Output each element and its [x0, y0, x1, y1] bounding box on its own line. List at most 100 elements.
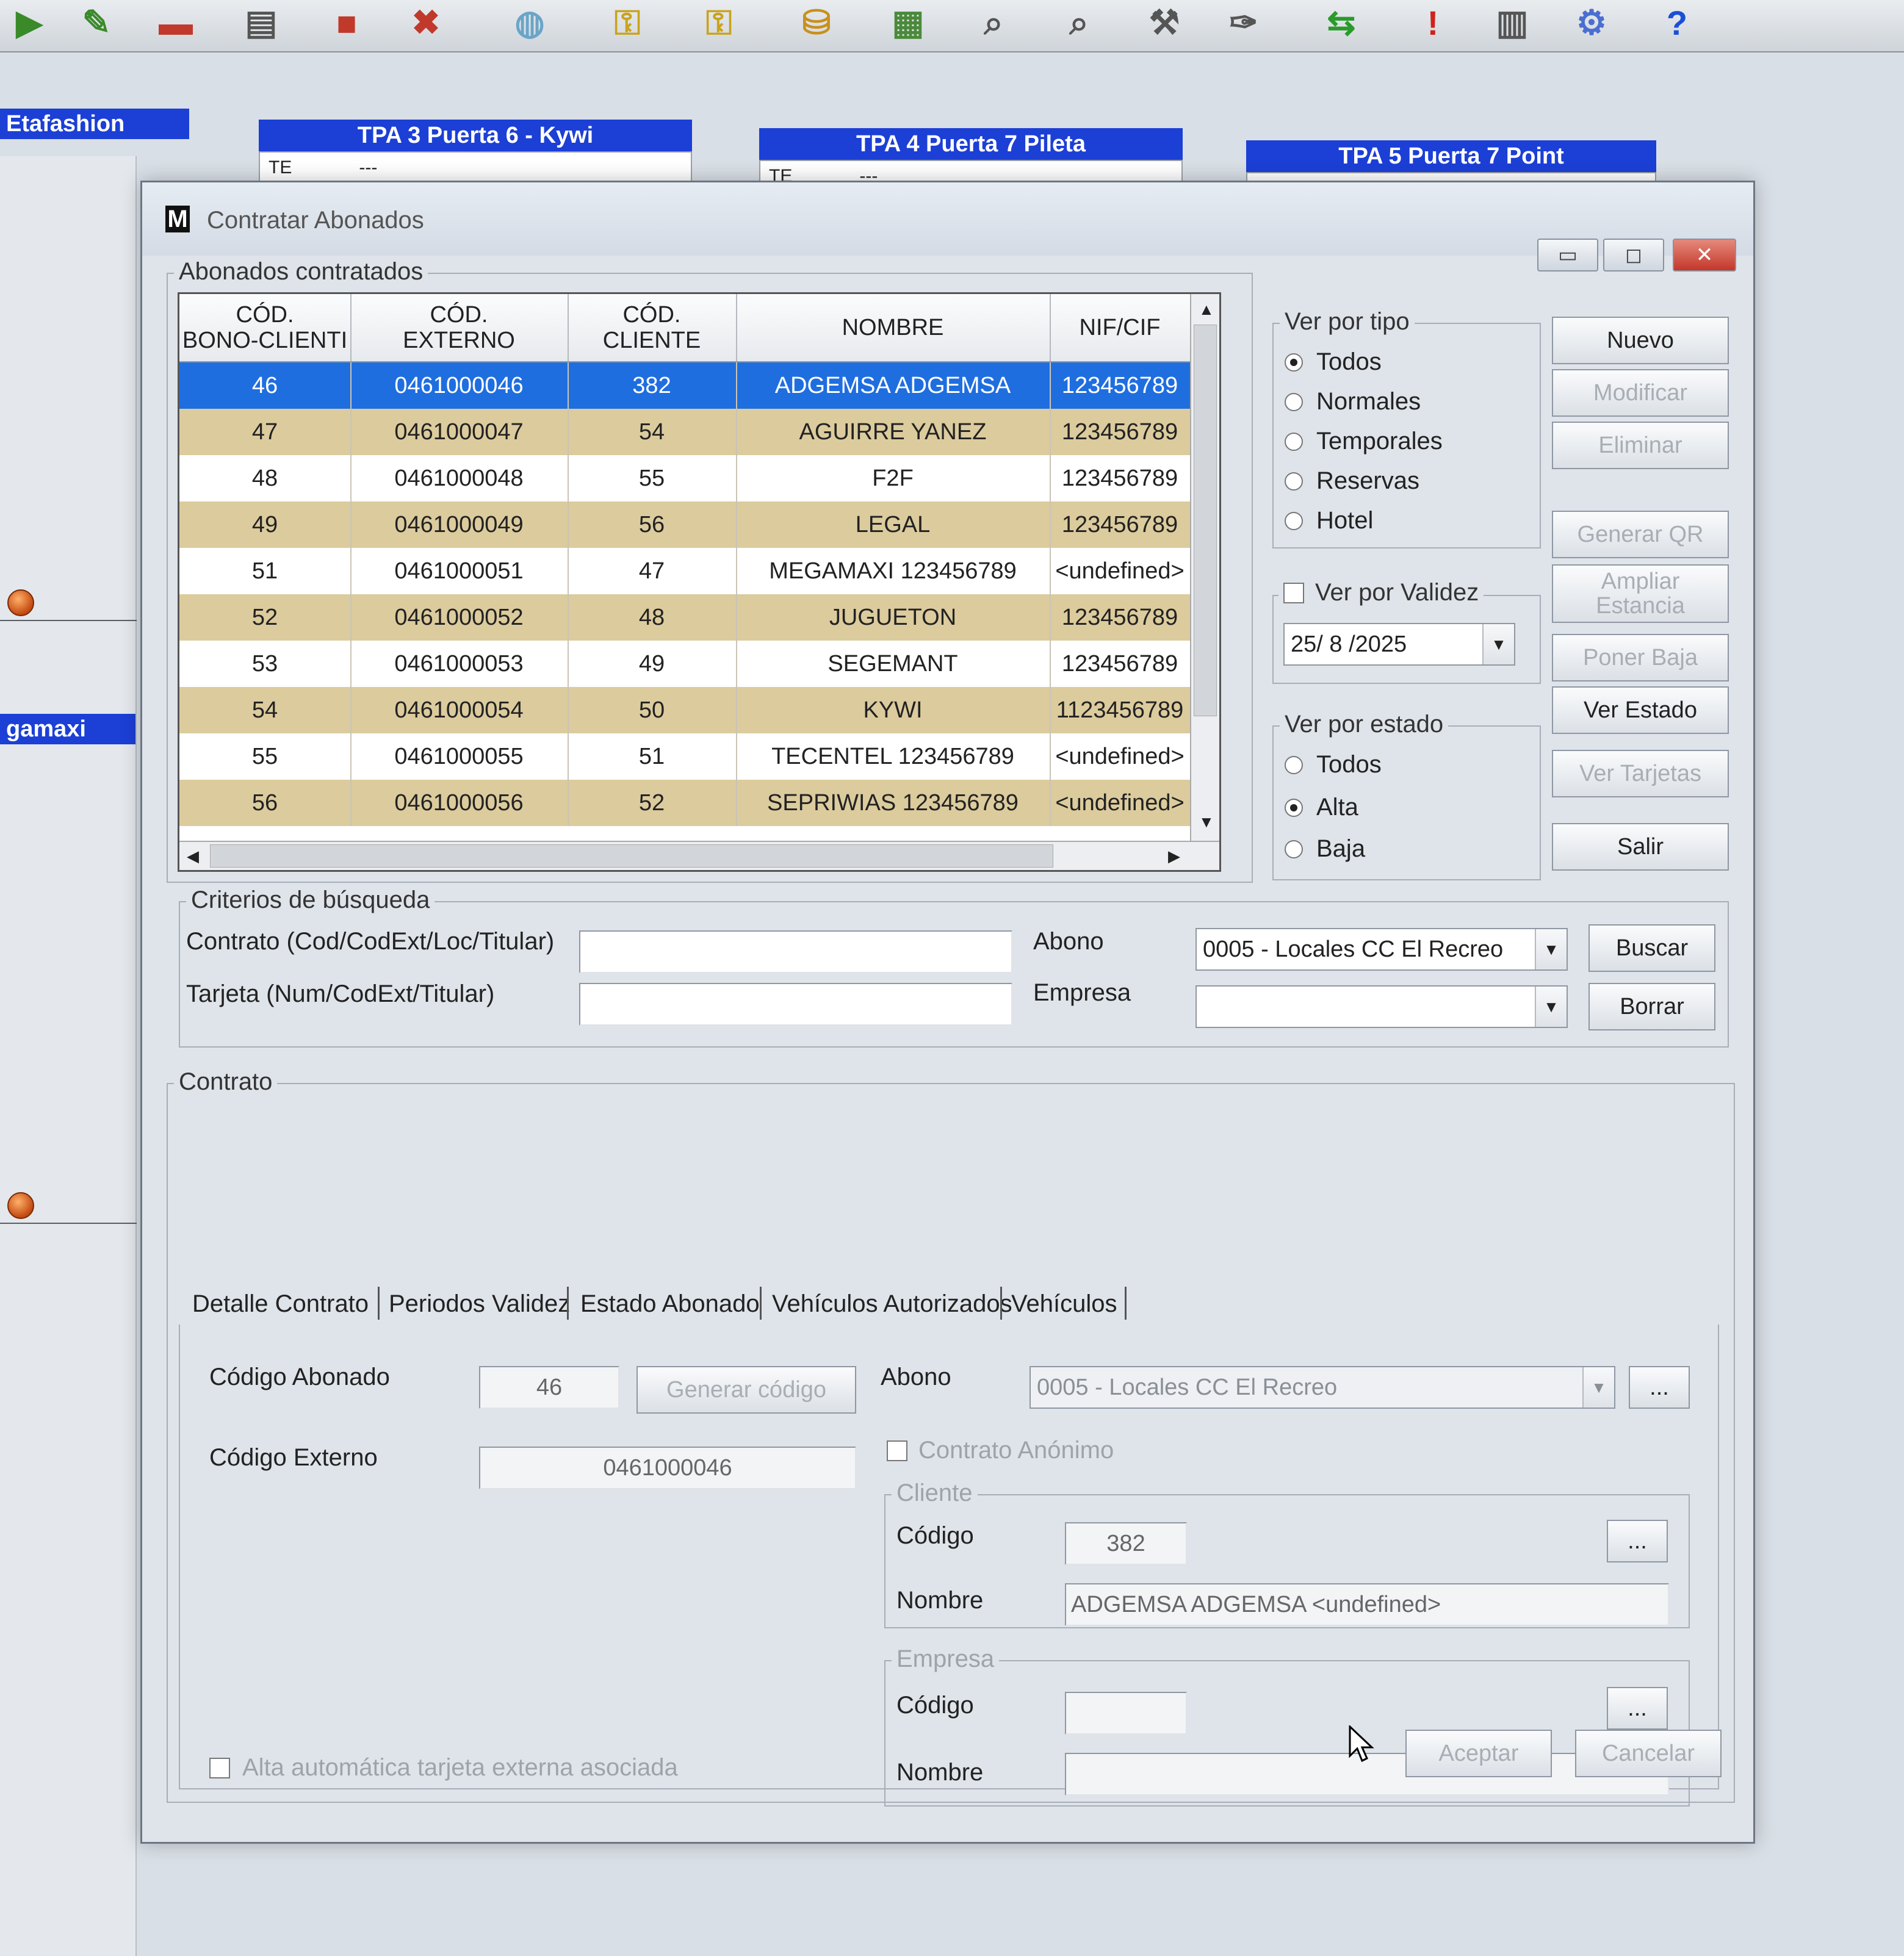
transfer-icon[interactable]: ⇆ — [1312, 2, 1371, 43]
cliente-browse-button[interactable]: ... — [1607, 1520, 1668, 1562]
delete-icon[interactable]: ✖ — [397, 2, 455, 43]
contrato-anonimo-checkbox[interactable] — [887, 1440, 907, 1461]
scroll-down-icon[interactable]: ▼ — [1199, 813, 1214, 832]
validez-checkbox[interactable] — [1283, 582, 1304, 603]
alta-automatica-checkbox[interactable] — [209, 1757, 230, 1778]
eliminar-button[interactable]: Eliminar — [1552, 422, 1729, 469]
db-icon[interactable]: ◍ — [500, 2, 559, 43]
tools-icon[interactable]: ⚒ — [1135, 2, 1194, 43]
tab-periodos-validez[interactable]: Periodos Validez — [389, 1290, 570, 1318]
report-icon[interactable]: ▥ — [1483, 2, 1542, 43]
column-header[interactable]: CÓD. CLIENTE — [568, 294, 737, 361]
validez-checkbox-row[interactable]: Ver por Validez — [1278, 579, 1484, 606]
cliente-codigo-field[interactable]: 382 — [1065, 1522, 1187, 1565]
ver-tarjetas-button[interactable]: Ver Tarjetas — [1552, 750, 1729, 797]
chevron-down-icon[interactable]: ▼ — [1535, 929, 1567, 969]
arrow-icon[interactable]: ▶ — [0, 2, 59, 43]
column-header[interactable]: CÓD. EXTERNO — [350, 294, 569, 361]
table-row[interactable]: 56 0461000056 52 SEPRIWIAS 123456789 <undefi… — [179, 780, 1217, 826]
borrar-button[interactable]: Borrar — [1588, 983, 1715, 1030]
alta-automatica-row[interactable]: Alta automática tarjeta externa asociada — [209, 1754, 678, 1782]
door-marker-icon[interactable] — [7, 1192, 34, 1219]
radio-tipo-hotel[interactable]: Hotel — [1285, 507, 1373, 534]
coins-icon[interactable]: ⛁ — [787, 2, 846, 43]
table-row[interactable]: 48 0461000048 55 F2F 123456789 — [179, 455, 1217, 502]
keys2-icon[interactable]: ⚿ — [690, 2, 748, 43]
radio-icon[interactable] — [1285, 432, 1303, 451]
chevron-down-icon[interactable]: ▼ — [1482, 624, 1514, 664]
door-marker-icon[interactable] — [7, 589, 34, 616]
codigo-abonado-field[interactable]: 46 — [479, 1366, 619, 1409]
column-header[interactable]: NOMBRE — [736, 294, 1051, 361]
keys-icon[interactable]: ⚿ — [598, 2, 657, 43]
maximize-button[interactable]: ◻ — [1603, 239, 1664, 271]
column-header[interactable]: NIF/CIF — [1050, 294, 1191, 361]
table-row[interactable]: 55 0461000055 51 TECENTEL 123456789 <undefin… — [179, 733, 1217, 780]
radio-estado-alta[interactable]: Alta — [1285, 794, 1358, 821]
table-row[interactable]: 52 0461000052 48 JUGUETON 123456789 — [179, 594, 1217, 641]
tarjeta-search-input[interactable] — [579, 983, 1012, 1026]
validez-date-picker[interactable]: 25/ 8 /2025 ▼ — [1283, 623, 1515, 666]
radio-estado-todos[interactable]: Todos — [1285, 751, 1382, 778]
tab-detalle-contrato[interactable]: Detalle Contrato — [192, 1290, 369, 1318]
contrato-anonimo-row[interactable]: Contrato Anónimo — [887, 1437, 1114, 1464]
table-row[interactable]: 47 0461000047 54 AGUIRRE YANEZ 123456789 — [179, 409, 1217, 455]
help-icon[interactable]: ? — [1648, 2, 1706, 43]
chevron-down-icon[interactable]: ▼ — [1535, 987, 1567, 1027]
cards-icon[interactable]: ▬ — [146, 2, 205, 43]
abono-browse-button[interactable]: ... — [1629, 1366, 1690, 1409]
generar-qr-button[interactable]: Generar QR — [1552, 511, 1729, 558]
ver-estado-button[interactable]: Ver Estado — [1552, 686, 1729, 734]
money-icon[interactable]: ▦ — [879, 2, 937, 43]
minimize-button[interactable]: ▭ — [1537, 239, 1598, 271]
empresa-browse-button[interactable]: ... — [1607, 1687, 1668, 1730]
radio-icon[interactable] — [1285, 840, 1303, 858]
aceptar-button[interactable]: Aceptar — [1405, 1730, 1552, 1777]
search-icon[interactable]: ⌕ — [964, 2, 1023, 43]
radio-tipo-temporales[interactable]: Temporales — [1285, 428, 1443, 455]
codigo-externo-field[interactable]: 0461000046 — [479, 1447, 856, 1489]
close-button[interactable]: ✕ — [1673, 239, 1736, 271]
stop-icon[interactable]: ■ — [317, 2, 376, 43]
edit-icon[interactable]: ✎ — [67, 2, 126, 43]
cancelar-button[interactable]: Cancelar — [1575, 1730, 1722, 1777]
radio-tipo-todos[interactable]: Todos — [1285, 348, 1382, 376]
buscar-button[interactable]: Buscar — [1588, 924, 1715, 972]
empresa-codigo-field[interactable] — [1065, 1692, 1187, 1735]
scroll-up-icon[interactable]: ▲ — [1199, 300, 1214, 319]
cliente-nombre-field[interactable]: ADGEMSA ADGEMSA <undefined> — [1065, 1583, 1669, 1626]
radio-icon[interactable] — [1285, 353, 1303, 372]
scroll-right-icon[interactable]: ▶ — [1168, 847, 1180, 866]
table-row[interactable]: 49 0461000049 56 LEGAL 123456789 — [179, 502, 1217, 548]
table-row[interactable]: 53 0461000053 49 SEGEMANT 123456789 — [179, 641, 1217, 687]
radio-tipo-normales[interactable]: Normales — [1285, 388, 1421, 415]
column-header[interactable]: CÓD. BONO-CLIENTI — [179, 294, 352, 361]
modificar-button[interactable]: Modificar — [1552, 369, 1729, 417]
abono-select[interactable]: 0005 - Locales CC El Recreo ▼ — [1195, 928, 1568, 971]
radio-icon[interactable] — [1285, 755, 1303, 774]
table-row[interactable]: 46 0461000046 382 ADGEMSA ADGEMSA 123456789 — [179, 362, 1217, 409]
radio-tipo-reservas[interactable]: Reservas — [1285, 467, 1419, 495]
table-row[interactable]: 54 0461000054 50 KYWI 1123456789 — [179, 687, 1217, 733]
radio-estado-baja[interactable]: Baja — [1285, 835, 1365, 863]
gear-icon[interactable]: ⚙ — [1562, 2, 1621, 43]
radio-icon[interactable] — [1285, 392, 1303, 411]
radio-icon[interactable] — [1285, 472, 1303, 491]
scroll-thumb[interactable] — [1194, 325, 1217, 716]
nuevo-button[interactable]: Nuevo — [1552, 317, 1729, 364]
scroll-thumb[interactable] — [210, 844, 1053, 868]
chevron-down-icon[interactable]: ▼ — [1582, 1367, 1614, 1408]
tab-vehiculos[interactable]: Vehículos — [1011, 1290, 1117, 1318]
alert-icon[interactable]: ! — [1404, 2, 1462, 43]
table-row[interactable]: 51 0461000051 47 MEGAMAXI 123456789 <undefin… — [179, 548, 1217, 594]
search2-icon[interactable]: ⌕ — [1050, 2, 1108, 43]
contrato-search-input[interactable] — [579, 930, 1012, 973]
contract-abono-select[interactable]: 0005 - Locales CC El Recreo ▼ — [1030, 1366, 1615, 1409]
poner-baja-button[interactable]: Poner Baja — [1552, 634, 1729, 681]
ampliar-estancia-button[interactable]: Ampliar Estancia — [1552, 564, 1729, 623]
vertical-scrollbar[interactable]: ▲ ▼ — [1190, 294, 1219, 843]
scroll-left-icon[interactable]: ◀ — [187, 847, 199, 866]
empresa-select[interactable]: ▼ — [1195, 985, 1568, 1028]
salir-button[interactable]: Salir — [1552, 823, 1729, 871]
radio-icon[interactable] — [1285, 511, 1303, 530]
